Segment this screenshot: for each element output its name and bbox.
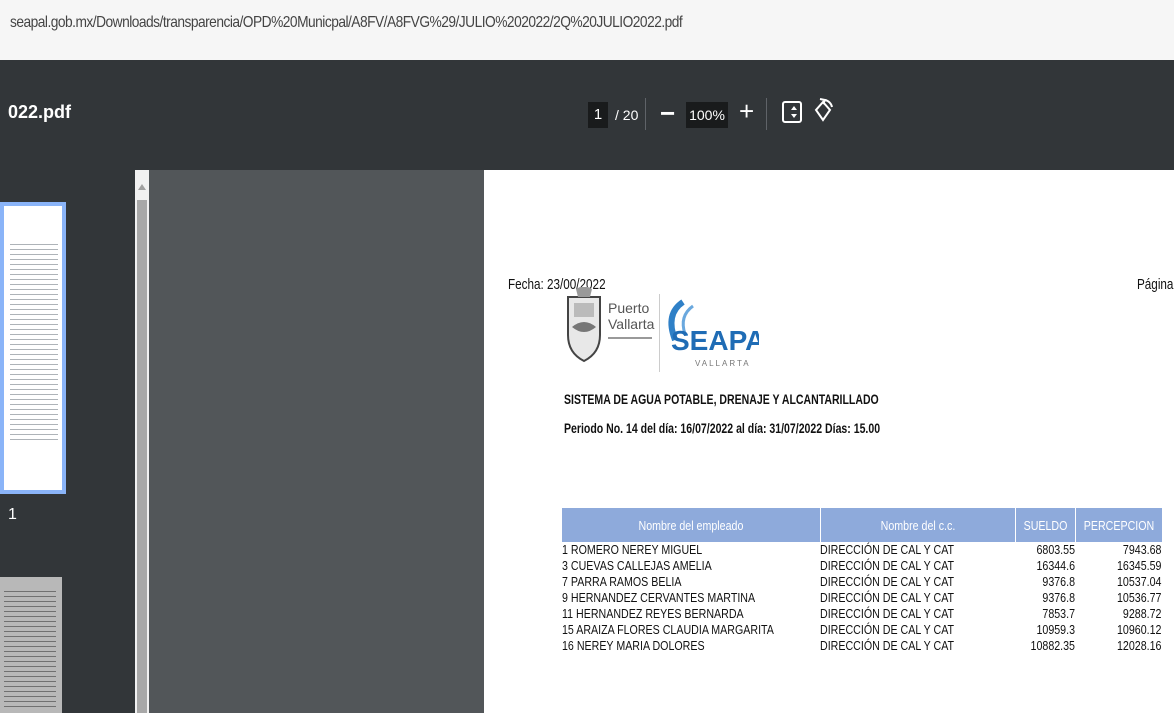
period-text: Periodo No. 14 del día: 16/07/2022 al dí… <box>564 421 881 436</box>
employee-name-cell: 7 PARRA RAMOS BELIA <box>562 574 682 589</box>
sueldo-cell: 9376.8 <box>1042 574 1076 589</box>
file-title: 022.pdf <box>8 102 72 122</box>
toolbar-divider <box>645 98 646 130</box>
cost-center-cell: DIRECCIÓN DE CAL Y CAT <box>820 590 955 605</box>
cost-center-cell: DIRECCIÓN DE CAL Y CAT <box>820 638 955 653</box>
column-header-employee: Nombre del empleado <box>562 508 821 542</box>
organization-heading: SISTEMA DE AGUA POTABLE, DRENAJE Y ALCAN… <box>564 392 879 407</box>
sueldo-cell: 7853.7 <box>1042 606 1076 621</box>
employee-name-cell: 3 CUEVAS CALLEJAS AMELIA <box>562 558 712 573</box>
cost-center-cell: DIRECCIÓN DE CAL Y CAT <box>820 558 955 573</box>
pdf-toolbar: 022.pdf 1 / 20 − 100% + <box>0 60 1174 170</box>
address-bar[interactable]: seapal.gob.mx/Downloads/transparencia/OP… <box>0 0 1174 60</box>
column-header-cost-center: Nombre del c.c. <box>820 508 1016 542</box>
column-header-percepcion: PERCEPCION <box>1075 508 1162 542</box>
seapal-logo: SEAPAL VALLARTA <box>659 294 759 372</box>
page-number-input[interactable]: 1 <box>588 102 608 128</box>
viewer-background <box>149 170 484 713</box>
page-number-text: Página Nº 1 <box>1137 276 1174 293</box>
svg-text:Vallarta: Vallarta <box>608 316 655 332</box>
sueldo-cell: 6803.55 <box>1036 542 1076 557</box>
scroll-up-arrow-icon[interactable] <box>138 184 146 190</box>
percepcion-cell: 10960.12 <box>1117 622 1162 637</box>
table-row: 16 NEREY MARIA DOLORES DIRECCIÓN DE CAL Y… <box>562 638 1162 654</box>
percepcion-cell: 9288.72 <box>1123 606 1162 621</box>
svg-text:VALLARTA: VALLARTA <box>695 359 751 368</box>
percepcion-cell: 10536.77 <box>1117 590 1162 605</box>
employee-name-cell: 16 NEREY MARIA DOLORES <box>562 638 705 653</box>
sueldo-cell: 10882.35 <box>1030 638 1076 653</box>
cost-center-cell: DIRECCIÓN DE CAL Y CAT <box>820 542 955 557</box>
page-thumbnail-1[interactable] <box>0 202 66 494</box>
svg-text:Puerto: Puerto <box>608 300 649 316</box>
pdf-page: Fecha: 23/00/2022 Página Nº 1 Puerto Val… <box>484 170 1174 713</box>
cost-center-cell: DIRECCIÓN DE CAL Y CAT <box>820 574 955 589</box>
table-row: 15 ARAIZA FLORES CLAUDIA MARGARITA DIRECC… <box>562 622 1162 638</box>
employee-name-cell: 9 HERNANDEZ CERVANTES MARTINA <box>562 590 756 605</box>
table-row: 11 HERNANDEZ REYES BERNARDA DIRECCIÓN DE … <box>562 606 1162 622</box>
zoom-level-input[interactable]: 100% <box>686 102 728 128</box>
url-text[interactable]: seapal.gob.mx/Downloads/transparencia/OP… <box>10 14 683 32</box>
scrollbar-thumb[interactable] <box>137 200 147 713</box>
toolbar-divider <box>766 98 767 130</box>
cost-center-cell: DIRECCIÓN DE CAL Y CAT <box>820 622 955 637</box>
page-total: / 20 <box>615 107 639 123</box>
percepcion-cell: 16345.59 <box>1117 558 1162 573</box>
sueldo-cell: 10959.3 <box>1036 622 1076 637</box>
cost-center-cell: DIRECCIÓN DE CAL Y CAT <box>820 606 955 621</box>
thumbnail-scrollbar[interactable] <box>135 170 149 713</box>
sueldo-cell: 9376.8 <box>1042 590 1076 605</box>
table-row: 3 CUEVAS CALLEJAS AMELIA DIRECCIÓN DE CAL… <box>562 558 1162 574</box>
employee-table: Nombre del empleado Nombre del c.c. SUEL… <box>562 508 1162 654</box>
percepcion-cell: 7943.68 <box>1123 542 1162 557</box>
table-header-row: Nombre del empleado Nombre del c.c. SUEL… <box>562 508 1162 542</box>
thumbnail-page-label: 1 <box>8 506 17 523</box>
sueldo-cell: 16344.6 <box>1036 558 1076 573</box>
thumbnail-panel: 1 <box>0 170 135 713</box>
percepcion-cell: 12028.16 <box>1117 638 1162 653</box>
employee-name-cell: 11 HERNANDEZ REYES BERNARDA <box>562 606 744 621</box>
fit-to-page-icon[interactable] <box>782 101 802 123</box>
zoom-out-button[interactable]: − <box>660 98 675 129</box>
percepcion-cell: 10537.04 <box>1117 574 1162 589</box>
table-row: 7 PARRA RAMOS BELIA DIRECCIÓN DE CAL Y CA… <box>562 574 1162 590</box>
zoom-in-button[interactable]: + <box>739 96 754 127</box>
page-thumbnail-2[interactable] <box>0 577 62 713</box>
rotate-icon[interactable] <box>812 98 834 126</box>
table-row: 9 HERNANDEZ CERVANTES MARTINA DIRECCIÓN D… <box>562 590 1162 606</box>
column-header-sueldo: SUELDO <box>1015 508 1076 542</box>
employee-name-cell: 15 ARAIZA FLORES CLAUDIA MARGARITA <box>562 622 774 637</box>
svg-text:SEAPAL: SEAPAL <box>671 325 759 356</box>
employee-name-cell: 1 ROMERO NEREY MIGUEL <box>562 542 703 557</box>
table-row: 1 ROMERO NEREY MIGUEL DIRECCIÓN DE CAL Y … <box>562 542 1162 558</box>
